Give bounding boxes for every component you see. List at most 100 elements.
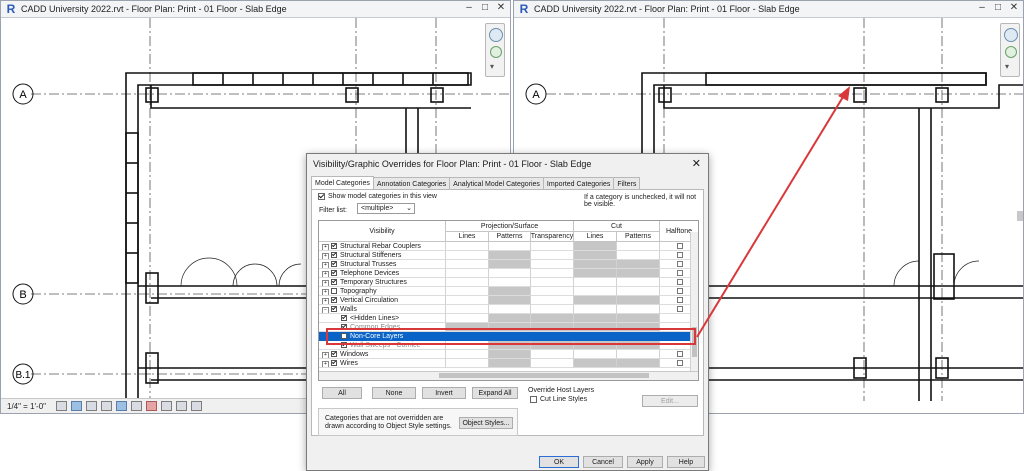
expand-toggle-icon[interactable]: +: [322, 244, 329, 250]
override-cell[interactable]: [574, 260, 617, 269]
category-visibility-checkbox[interactable]: [331, 297, 337, 303]
override-cell[interactable]: [531, 359, 574, 368]
table-row[interactable]: − Walls: [319, 305, 698, 314]
override-cell[interactable]: [617, 287, 660, 296]
category-visibility-checkbox[interactable]: [331, 288, 337, 294]
override-cell[interactable]: [574, 296, 617, 305]
filter-list-dropdown[interactable]: <multiple> ⌄: [357, 203, 415, 214]
analytical-model-icon[interactable]: [191, 401, 203, 411]
col-transparency[interactable]: Transparency: [531, 232, 574, 242]
maximize-button[interactable]: □: [478, 2, 492, 13]
cancel-button[interactable]: Cancel: [583, 456, 623, 468]
override-cell[interactable]: [489, 260, 531, 269]
right-view-scrollbar[interactable]: [1017, 211, 1023, 221]
zoom-icon[interactable]: [1005, 46, 1017, 58]
override-cell[interactable]: [489, 242, 531, 251]
table-row[interactable]: <Hidden Lines>: [319, 314, 698, 323]
category-visibility-checkbox[interactable]: [331, 270, 337, 276]
override-cell[interactable]: [446, 251, 489, 260]
override-cell[interactable]: [446, 305, 489, 314]
col-proj-lines[interactable]: Lines: [446, 232, 489, 242]
table-row[interactable]: + Structural Rebar Couplers: [319, 242, 698, 251]
override-cell[interactable]: [617, 350, 660, 359]
none-button[interactable]: None: [372, 387, 416, 399]
col-cut-patterns[interactable]: Patterns: [617, 232, 660, 242]
override-cell[interactable]: [489, 269, 531, 278]
override-cell[interactable]: [617, 314, 660, 323]
halftone-checkbox[interactable]: [677, 297, 683, 303]
halftone-checkbox[interactable]: [677, 243, 683, 249]
override-cell[interactable]: [446, 296, 489, 305]
right-view-titlebar[interactable]: R CADD University 2022.rvt - Floor Plan:…: [514, 1, 1023, 18]
left-navigation-bar[interactable]: ▾: [485, 23, 505, 77]
maximize-button[interactable]: □: [991, 2, 1005, 13]
override-cell[interactable]: [489, 350, 531, 359]
left-view-titlebar[interactable]: R CADD University 2022.rvt - Floor Plan:…: [1, 1, 510, 18]
show-crop-icon[interactable]: [131, 401, 143, 411]
expand-toggle-icon[interactable]: +: [322, 361, 329, 367]
apply-button[interactable]: Apply: [627, 456, 663, 468]
halftone-checkbox[interactable]: [677, 270, 683, 276]
override-cell[interactable]: [489, 287, 531, 296]
right-navigation-bar[interactable]: ▾: [1000, 23, 1020, 77]
col-cut-lines[interactable]: Lines: [574, 232, 617, 242]
table-vertical-scrollbar[interactable]: [690, 232, 698, 372]
minimize-button[interactable]: –: [462, 2, 476, 13]
override-cell[interactable]: [446, 278, 489, 287]
horizontal-scroll-thumb[interactable]: [439, 373, 649, 378]
override-cell[interactable]: [531, 269, 574, 278]
category-cell[interactable]: <Hidden Lines>: [319, 314, 446, 323]
override-cell[interactable]: [617, 251, 660, 260]
chevron-down-icon[interactable]: ▾: [1005, 62, 1009, 71]
expand-toggle-icon[interactable]: +: [322, 262, 329, 268]
override-cell[interactable]: [531, 251, 574, 260]
category-cell[interactable]: + Topography: [319, 287, 446, 296]
override-cell[interactable]: [574, 251, 617, 260]
override-cell[interactable]: [531, 278, 574, 287]
category-cell[interactable]: + Structural Stiffeners: [319, 251, 446, 260]
halftone-checkbox[interactable]: [677, 252, 683, 258]
detail-level-icon[interactable]: [56, 401, 68, 411]
crop-view-icon[interactable]: [116, 401, 128, 411]
halftone-checkbox[interactable]: [677, 360, 683, 366]
close-button[interactable]: ✕: [494, 2, 508, 13]
table-row[interactable]: + Structural Trusses: [319, 260, 698, 269]
dialog-close-button[interactable]: ✕: [692, 157, 701, 170]
table-row[interactable]: + Topography: [319, 287, 698, 296]
override-cell[interactable]: [489, 314, 531, 323]
cut-line-styles-row[interactable]: Cut Line Styles: [530, 396, 587, 403]
override-cell[interactable]: [574, 350, 617, 359]
reveal-hidden-icon[interactable]: [161, 401, 173, 411]
override-cell[interactable]: [574, 359, 617, 368]
table-row[interactable]: + Wires: [319, 359, 698, 368]
halftone-checkbox[interactable]: [677, 279, 683, 285]
halftone-checkbox[interactable]: [677, 288, 683, 294]
object-styles-button[interactable]: Object Styles...: [459, 417, 513, 429]
category-visibility-checkbox[interactable]: [331, 306, 337, 312]
table-row[interactable]: + Telephone Devices: [319, 269, 698, 278]
category-visibility-checkbox[interactable]: [331, 243, 337, 249]
table-row[interactable]: + Temporary Structures: [319, 278, 698, 287]
col-visibility[interactable]: Visibility: [319, 221, 446, 242]
category-cell[interactable]: + Temporary Structures: [319, 278, 446, 287]
halftone-checkbox[interactable]: [677, 261, 683, 267]
category-cell[interactable]: + Structural Trusses: [319, 260, 446, 269]
override-cell[interactable]: [531, 287, 574, 296]
category-cell[interactable]: − Walls: [319, 305, 446, 314]
override-cell[interactable]: [446, 350, 489, 359]
table-row[interactable]: + Structural Stiffeners: [319, 251, 698, 260]
temporary-hide-icon[interactable]: [146, 401, 158, 411]
table-horizontal-scrollbar[interactable]: [319, 371, 698, 380]
halftone-checkbox[interactable]: [677, 306, 683, 312]
category-visibility-checkbox[interactable]: [331, 360, 337, 366]
show-model-categories-checkbox[interactable]: [318, 193, 325, 200]
category-visibility-checkbox[interactable]: [331, 252, 337, 258]
override-cell[interactable]: [531, 305, 574, 314]
all-button[interactable]: All: [322, 387, 362, 399]
category-cell[interactable]: + Windows: [319, 350, 446, 359]
override-cell[interactable]: [617, 260, 660, 269]
override-cell[interactable]: [617, 278, 660, 287]
close-button[interactable]: ✕: [1007, 2, 1021, 13]
override-cell[interactable]: [574, 287, 617, 296]
category-visibility-checkbox[interactable]: [331, 261, 337, 267]
